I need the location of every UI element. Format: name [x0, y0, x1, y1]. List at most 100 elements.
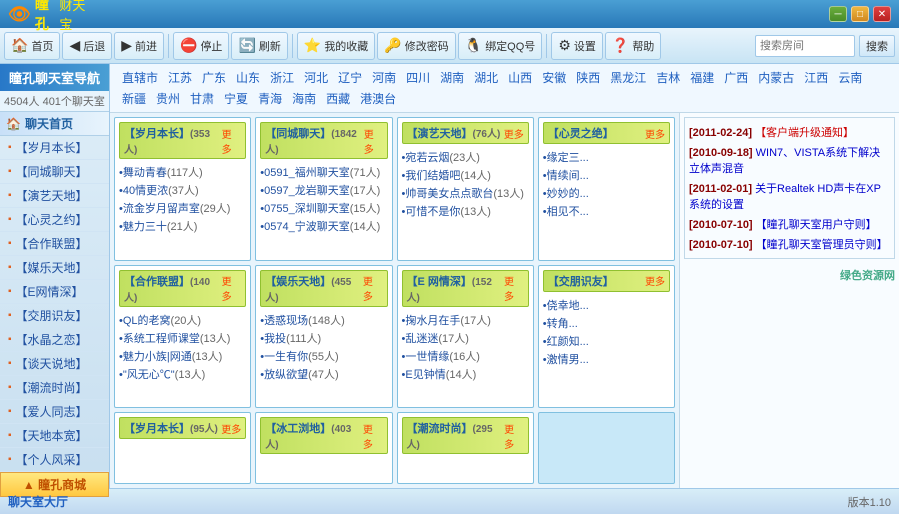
list-item[interactable]: •魅力小族|网通(13人) — [119, 347, 246, 365]
region-shaanxi[interactable]: 陕西 — [572, 68, 604, 87]
region-xizang[interactable]: 西藏 — [322, 89, 354, 108]
region-jilin[interactable]: 吉林 — [652, 68, 684, 87]
list-item[interactable]: •E见钟情(14人) — [402, 365, 529, 383]
home-button[interactable]: 🏠 首页 — [4, 32, 60, 60]
region-gansu[interactable]: 甘肃 — [186, 89, 218, 108]
room-more-2[interactable]: 更多 — [364, 126, 383, 156]
region-yunnan[interactable]: 云南 — [834, 68, 866, 87]
region-fujian[interactable]: 福建 — [686, 68, 718, 87]
list-item[interactable]: •激情男... — [543, 350, 670, 368]
list-item[interactable]: •一生有你(55人) — [260, 347, 387, 365]
list-item[interactable]: •妙妙的... — [543, 184, 670, 202]
region-zhixiashi[interactable]: 直辖市 — [118, 68, 162, 87]
region-zhejiang[interactable]: 浙江 — [266, 68, 298, 87]
sidebar-item-xinling[interactable]: ▪ 【心灵之约】 — [0, 208, 109, 232]
region-jiangxi[interactable]: 江西 — [800, 68, 832, 87]
sidebar-item-tiandi[interactable]: ▪ 【天地本宽】 — [0, 424, 109, 448]
region-hunan[interactable]: 湖南 — [436, 68, 468, 87]
list-item[interactable]: •宛若云烟(23人) — [402, 148, 529, 166]
list-item[interactable]: •系统工程师课堂(13人) — [119, 329, 246, 347]
region-xinjiang[interactable]: 新疆 — [118, 89, 150, 108]
room-more-6[interactable]: 更多 — [363, 273, 383, 303]
region-hubei[interactable]: 湖北 — [470, 68, 502, 87]
list-item[interactable]: •透惑现场(148人) — [260, 311, 387, 329]
list-item[interactable]: •我们结婚吧(14人) — [402, 166, 529, 184]
change-pwd-button[interactable]: 🔑 修改密码 — [377, 32, 455, 60]
bind-qq-button[interactable]: 🐧 绑定QQ号 — [458, 32, 543, 60]
region-shandong[interactable]: 山东 — [232, 68, 264, 87]
sidebar-item-shuijing[interactable]: ▪ 【水晶之恋】 — [0, 328, 109, 352]
sidebar-item-jiaopeng[interactable]: ▪ 【交朋识友】 — [0, 304, 109, 328]
region-hebei[interactable]: 河北 — [300, 68, 332, 87]
list-item[interactable]: •红颜知... — [543, 332, 670, 350]
sidebar-item-tangtian[interactable]: ▪ 【谈天说地】 — [0, 352, 109, 376]
region-henan[interactable]: 河南 — [368, 68, 400, 87]
list-item[interactable]: •转角... — [543, 314, 670, 332]
region-ningxia[interactable]: 宁夏 — [220, 89, 252, 108]
notice-3[interactable]: [2011-02-01] 关于Realtek HD声卡在XP系统的设置 — [689, 178, 890, 214]
list-item[interactable]: •掬水月在手(17人) — [402, 311, 529, 329]
list-item[interactable]: •0574_宁波聊天室(14人) — [260, 217, 387, 235]
list-item[interactable]: •放纵欲望(47人) — [260, 365, 387, 383]
list-item[interactable]: •流金岁月留声室(29人) — [119, 199, 246, 217]
room-more-7[interactable]: 更多 — [504, 273, 524, 303]
favorites-button[interactable]: ⭐ 我的收藏 — [297, 32, 375, 60]
room-more-b2[interactable]: 更多 — [363, 421, 383, 451]
maximize-button[interactable]: □ — [851, 6, 869, 22]
list-item[interactable]: •"风无心℃"(13人) — [119, 365, 246, 383]
list-item[interactable]: •情续间... — [543, 166, 670, 184]
list-item[interactable]: •可惜不是你(13人) — [402, 202, 529, 220]
region-qinghai[interactable]: 青海 — [254, 89, 286, 108]
list-item[interactable]: •魅力三十(21人) — [119, 217, 246, 235]
region-guangxi[interactable]: 广西 — [720, 68, 752, 87]
region-gangaotai[interactable]: 港澳台 — [356, 89, 400, 108]
room-more-1[interactable]: 更多 — [222, 126, 242, 156]
region-neimenggu[interactable]: 内蒙古 — [754, 68, 798, 87]
search-button[interactable]: 搜索 — [859, 35, 895, 57]
sidebar-item-meile[interactable]: ▪ 【媒乐天地】 — [0, 256, 109, 280]
list-item[interactable]: •侥幸地... — [543, 296, 670, 314]
list-item[interactable]: •40情更浓(37人) — [119, 181, 246, 199]
sidebar-item-enet[interactable]: ▪ 【E网情深】 — [0, 280, 109, 304]
sidebar-item-hezuo[interactable]: ▪ 【合作联盟】 — [0, 232, 109, 256]
close-button[interactable]: ✕ — [873, 6, 891, 22]
sidebar-item-airen[interactable]: ▪ 【爱人同志】 — [0, 400, 109, 424]
stop-button[interactable]: ⛔ 停止 — [173, 32, 229, 60]
sidebar-item-suiyue[interactable]: ▪ 【岁月本长】 — [0, 136, 109, 160]
help-button[interactable]: ❓ 帮助 — [605, 32, 661, 60]
region-heilongjiang[interactable]: 黑龙江 — [606, 68, 650, 87]
region-guangdong[interactable]: 广东 — [198, 68, 230, 87]
list-item[interactable]: •QL的老窝(20人) — [119, 311, 246, 329]
search-input[interactable] — [755, 35, 855, 57]
list-item[interactable]: •帅哥美女点点歌台(13人) — [402, 184, 529, 202]
list-item[interactable]: •0597_龙岩聊天室(17人) — [260, 181, 387, 199]
notice-1[interactable]: [2011-02-24] 【客户端升级通知】 — [689, 122, 890, 142]
refresh-button[interactable]: 🔄 刷新 — [231, 32, 287, 60]
room-more-8[interactable]: 更多 — [645, 273, 665, 288]
region-sichuan[interactable]: 四川 — [402, 68, 434, 87]
room-more-b1[interactable]: 更多 — [221, 421, 241, 436]
region-jiangsu[interactable]: 江苏 — [164, 68, 196, 87]
chatroom-hall-link[interactable]: 聊天室大厅 — [8, 493, 68, 510]
list-item[interactable]: •0591_福州聊天室(71人) — [260, 163, 387, 181]
sidebar-item-yanyi[interactable]: ▪ 【演艺天地】 — [0, 184, 109, 208]
back-button[interactable]: ◀ 后退 — [62, 32, 112, 60]
region-liaoning[interactable]: 辽宁 — [334, 68, 366, 87]
list-item[interactable]: •0755_深圳聊天室(15人) — [260, 199, 387, 217]
settings-button[interactable]: ⚙ 设置 — [551, 32, 603, 60]
list-item[interactable]: •缘定三... — [543, 148, 670, 166]
room-more-b3[interactable]: 更多 — [504, 421, 524, 451]
forward-button[interactable]: ▶ 前进 — [114, 32, 164, 60]
region-shanxi[interactable]: 山西 — [504, 68, 536, 87]
notice-2[interactable]: [2010-09-18] WIN7、VISTA系统下解决立体声混音 — [689, 142, 890, 178]
room-more-3[interactable]: 更多 — [504, 126, 524, 141]
region-anhui[interactable]: 安徽 — [538, 68, 570, 87]
minimize-button[interactable]: ─ — [829, 6, 847, 22]
notice-4[interactable]: [2010-07-10] 【瞳孔聊天室用户守则】 — [689, 214, 890, 234]
region-guizhou[interactable]: 贵州 — [152, 89, 184, 108]
list-item[interactable]: •舞动青春(117人) — [119, 163, 246, 181]
room-more-4[interactable]: 更多 — [645, 126, 665, 141]
sidebar-item-tongcheng[interactable]: ▪ 【同城聊天】 — [0, 160, 109, 184]
list-item[interactable]: •我投(111人) — [260, 329, 387, 347]
list-item[interactable]: •一世情缘(16人) — [402, 347, 529, 365]
